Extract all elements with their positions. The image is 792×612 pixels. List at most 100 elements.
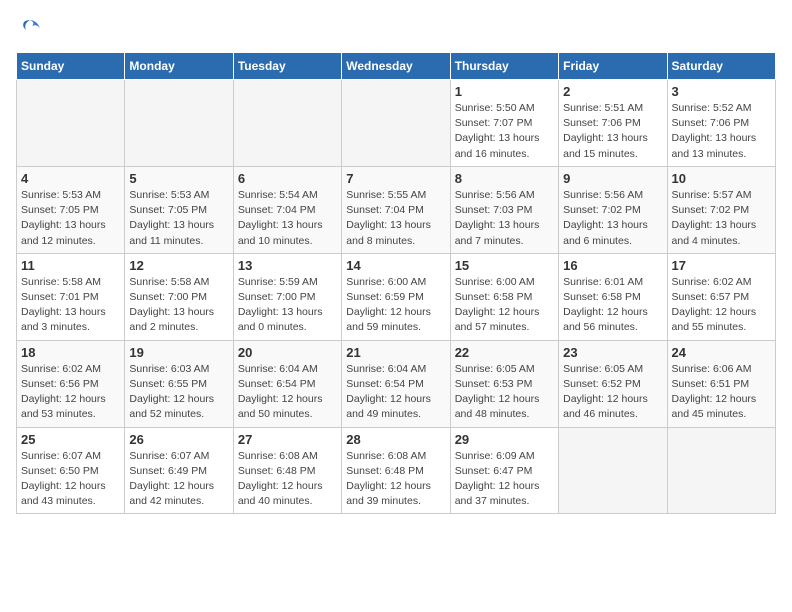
- day-info: Sunrise: 6:08 AMSunset: 6:48 PMDaylight:…: [238, 449, 337, 510]
- calendar-cell: 7 Sunrise: 5:55 AMSunset: 7:04 PMDaylight…: [342, 166, 450, 253]
- day-info: Sunrise: 6:00 AMSunset: 6:59 PMDaylight:…: [346, 275, 445, 336]
- calendar-header: SundayMondayTuesdayWednesdayThursdayFrid…: [17, 53, 776, 80]
- weekday-header-sunday: Sunday: [17, 53, 125, 80]
- calendar-cell: 3 Sunrise: 5:52 AMSunset: 7:06 PMDaylight…: [667, 80, 775, 167]
- weekday-header-saturday: Saturday: [667, 53, 775, 80]
- day-info: Sunrise: 5:58 AMSunset: 7:00 PMDaylight:…: [129, 275, 228, 336]
- calendar-cell: 15 Sunrise: 6:00 AMSunset: 6:58 PMDayligh…: [450, 253, 558, 340]
- calendar-cell: 17 Sunrise: 6:02 AMSunset: 6:57 PMDayligh…: [667, 253, 775, 340]
- page-header: [16, 16, 776, 44]
- day-info: Sunrise: 6:07 AMSunset: 6:49 PMDaylight:…: [129, 449, 228, 510]
- calendar-cell: 18 Sunrise: 6:02 AMSunset: 6:56 PMDayligh…: [17, 340, 125, 427]
- calendar-cell: 27 Sunrise: 6:08 AMSunset: 6:48 PMDayligh…: [233, 427, 341, 514]
- calendar-week-1: 4 Sunrise: 5:53 AMSunset: 7:05 PMDaylight…: [17, 166, 776, 253]
- calendar-cell: 5Sunrise: 5:53 AMSunset: 7:05 PMDaylight…: [125, 166, 233, 253]
- day-info: Sunrise: 5:55 AMSunset: 7:04 PMDaylight:…: [346, 188, 445, 249]
- day-number: 17: [672, 258, 771, 273]
- day-number: 18: [21, 345, 120, 360]
- calendar-cell: 9 Sunrise: 5:56 AMSunset: 7:02 PMDaylight…: [559, 166, 667, 253]
- calendar-cell: 26 Sunrise: 6:07 AMSunset: 6:49 PMDayligh…: [125, 427, 233, 514]
- day-number: 27: [238, 432, 337, 447]
- day-number: 8: [455, 171, 554, 186]
- day-info: Sunrise: 6:02 AMSunset: 6:57 PMDaylight:…: [672, 275, 771, 336]
- weekday-header-wednesday: Wednesday: [342, 53, 450, 80]
- calendar-cell: 22 Sunrise: 6:05 AMSunset: 6:53 PMDayligh…: [450, 340, 558, 427]
- day-info: Sunrise: 6:05 AMSunset: 6:53 PMDaylight:…: [455, 362, 554, 423]
- day-number: 12: [129, 258, 228, 273]
- weekday-header-tuesday: Tuesday: [233, 53, 341, 80]
- day-info: Sunrise: 5:58 AMSunset: 7:01 PMDaylight:…: [21, 275, 120, 336]
- day-number: 26: [129, 432, 228, 447]
- calendar-table: SundayMondayTuesdayWednesdayThursdayFrid…: [16, 52, 776, 514]
- day-number: 3: [672, 84, 771, 99]
- day-number: 10: [672, 171, 771, 186]
- calendar-cell: 28 Sunrise: 6:08 AMSunset: 6:48 PMDayligh…: [342, 427, 450, 514]
- calendar-week-2: 11 Sunrise: 5:58 AMSunset: 7:01 PMDayligh…: [17, 253, 776, 340]
- day-number: 22: [455, 345, 554, 360]
- calendar-cell: 6Sunrise: 5:54 AMSunset: 7:04 PMDaylight…: [233, 166, 341, 253]
- calendar-body: 1 Sunrise: 5:50 AMSunset: 7:07 PMDaylight…: [17, 80, 776, 514]
- calendar-cell: [342, 80, 450, 167]
- day-number: 6: [238, 171, 337, 186]
- day-info: Sunrise: 5:53 AMSunset: 7:05 PMDaylight:…: [21, 188, 120, 249]
- calendar-cell: 4 Sunrise: 5:53 AMSunset: 7:05 PMDaylight…: [17, 166, 125, 253]
- day-number: 9: [563, 171, 662, 186]
- day-info: Sunrise: 5:51 AMSunset: 7:06 PMDaylight:…: [563, 101, 662, 162]
- weekday-header-monday: Monday: [125, 53, 233, 80]
- calendar-cell: 21 Sunrise: 6:04 AMSunset: 6:54 PMDayligh…: [342, 340, 450, 427]
- calendar-cell: [125, 80, 233, 167]
- day-info: Sunrise: 5:50 AMSunset: 7:07 PMDaylight:…: [455, 101, 554, 162]
- day-info: Sunrise: 6:02 AMSunset: 6:56 PMDaylight:…: [21, 362, 120, 423]
- weekday-header-friday: Friday: [559, 53, 667, 80]
- day-info: Sunrise: 5:57 AMSunset: 7:02 PMDaylight:…: [672, 188, 771, 249]
- day-info: Sunrise: 6:04 AMSunset: 6:54 PMDaylight:…: [346, 362, 445, 423]
- calendar-cell: [17, 80, 125, 167]
- day-number: 2: [563, 84, 662, 99]
- day-info: Sunrise: 6:04 AMSunset: 6:54 PMDaylight:…: [238, 362, 337, 423]
- day-number: 24: [672, 345, 771, 360]
- day-number: 5: [129, 171, 228, 186]
- calendar-cell: 29 Sunrise: 6:09 AMSunset: 6:47 PMDayligh…: [450, 427, 558, 514]
- calendar-cell: [667, 427, 775, 514]
- day-info: Sunrise: 6:09 AMSunset: 6:47 PMDaylight:…: [455, 449, 554, 510]
- day-number: 21: [346, 345, 445, 360]
- calendar-cell: 16 Sunrise: 6:01 AMSunset: 6:58 PMDayligh…: [559, 253, 667, 340]
- day-info: Sunrise: 6:01 AMSunset: 6:58 PMDaylight:…: [563, 275, 662, 336]
- day-number: 1: [455, 84, 554, 99]
- calendar-cell: 8 Sunrise: 5:56 AMSunset: 7:03 PMDaylight…: [450, 166, 558, 253]
- calendar-cell: 10 Sunrise: 5:57 AMSunset: 7:02 PMDayligh…: [667, 166, 775, 253]
- day-number: 16: [563, 258, 662, 273]
- logo-bird-icon: [16, 16, 44, 44]
- day-number: 7: [346, 171, 445, 186]
- calendar-cell: 1 Sunrise: 5:50 AMSunset: 7:07 PMDaylight…: [450, 80, 558, 167]
- weekday-header-row: SundayMondayTuesdayWednesdayThursdayFrid…: [17, 53, 776, 80]
- calendar-week-0: 1 Sunrise: 5:50 AMSunset: 7:07 PMDaylight…: [17, 80, 776, 167]
- day-number: 23: [563, 345, 662, 360]
- calendar-cell: 11 Sunrise: 5:58 AMSunset: 7:01 PMDayligh…: [17, 253, 125, 340]
- day-info: Sunrise: 6:06 AMSunset: 6:51 PMDaylight:…: [672, 362, 771, 423]
- calendar-cell: [233, 80, 341, 167]
- calendar-week-4: 25Sunrise: 6:07 AMSunset: 6:50 PMDayligh…: [17, 427, 776, 514]
- day-info: Sunrise: 5:52 AMSunset: 7:06 PMDaylight:…: [672, 101, 771, 162]
- day-number: 14: [346, 258, 445, 273]
- day-info: Sunrise: 6:00 AMSunset: 6:58 PMDaylight:…: [455, 275, 554, 336]
- calendar-cell: 2 Sunrise: 5:51 AMSunset: 7:06 PMDaylight…: [559, 80, 667, 167]
- day-number: 4: [21, 171, 120, 186]
- day-info: Sunrise: 5:56 AMSunset: 7:03 PMDaylight:…: [455, 188, 554, 249]
- calendar-cell: [559, 427, 667, 514]
- calendar-cell: 23 Sunrise: 6:05 AMSunset: 6:52 PMDayligh…: [559, 340, 667, 427]
- day-number: 29: [455, 432, 554, 447]
- calendar-cell: 12 Sunrise: 5:58 AMSunset: 7:00 PMDayligh…: [125, 253, 233, 340]
- day-number: 20: [238, 345, 337, 360]
- day-info: Sunrise: 6:07 AMSunset: 6:50 PMDaylight:…: [21, 449, 120, 510]
- day-number: 19: [129, 345, 228, 360]
- calendar-cell: 14 Sunrise: 6:00 AMSunset: 6:59 PMDayligh…: [342, 253, 450, 340]
- logo: [16, 16, 48, 44]
- day-info: Sunrise: 6:05 AMSunset: 6:52 PMDaylight:…: [563, 362, 662, 423]
- day-info: Sunrise: 5:56 AMSunset: 7:02 PMDaylight:…: [563, 188, 662, 249]
- day-number: 28: [346, 432, 445, 447]
- day-number: 11: [21, 258, 120, 273]
- day-info: Sunrise: 6:08 AMSunset: 6:48 PMDaylight:…: [346, 449, 445, 510]
- calendar-cell: 24 Sunrise: 6:06 AMSunset: 6:51 PMDayligh…: [667, 340, 775, 427]
- day-number: 15: [455, 258, 554, 273]
